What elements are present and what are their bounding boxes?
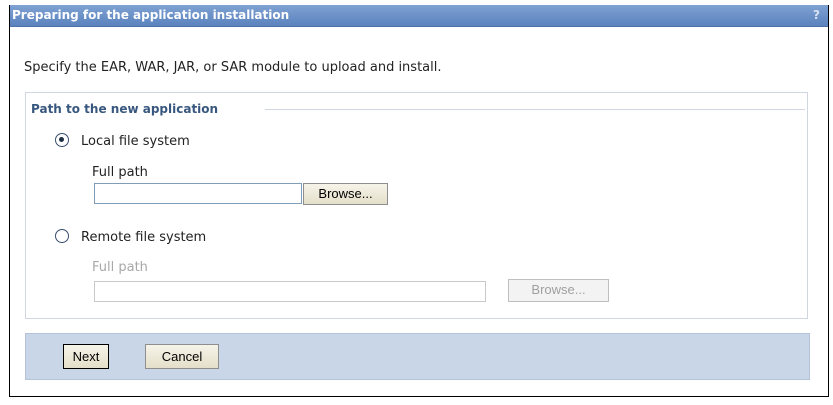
local-full-path-input[interactable] bbox=[94, 183, 302, 204]
remote-full-path-label: Full path bbox=[92, 260, 148, 275]
remote-full-path-input[interactable] bbox=[94, 281, 486, 302]
local-file-system-radio[interactable] bbox=[55, 133, 69, 147]
instruction-text: Specify the EAR, WAR, JAR, or SAR module… bbox=[24, 60, 442, 75]
remote-file-system-radio[interactable] bbox=[55, 229, 69, 243]
dialog-title: Preparing for the application installati… bbox=[12, 8, 290, 22]
legend-divider bbox=[265, 109, 805, 110]
local-full-path-label: Full path bbox=[92, 165, 148, 180]
button-bar: Next Cancel bbox=[25, 333, 810, 380]
remote-browse-button[interactable]: Browse... bbox=[508, 279, 609, 302]
local-file-system-label[interactable]: Local file system bbox=[81, 134, 190, 149]
next-button[interactable]: Next bbox=[63, 344, 109, 369]
local-browse-button[interactable]: Browse... bbox=[303, 183, 388, 205]
remote-file-system-label[interactable]: Remote file system bbox=[81, 230, 206, 245]
title-bar: Preparing for the application installati… bbox=[10, 5, 828, 27]
path-legend: Path to the new application bbox=[31, 102, 225, 116]
help-icon[interactable]: ? bbox=[813, 8, 820, 22]
cancel-button[interactable]: Cancel bbox=[145, 344, 219, 369]
